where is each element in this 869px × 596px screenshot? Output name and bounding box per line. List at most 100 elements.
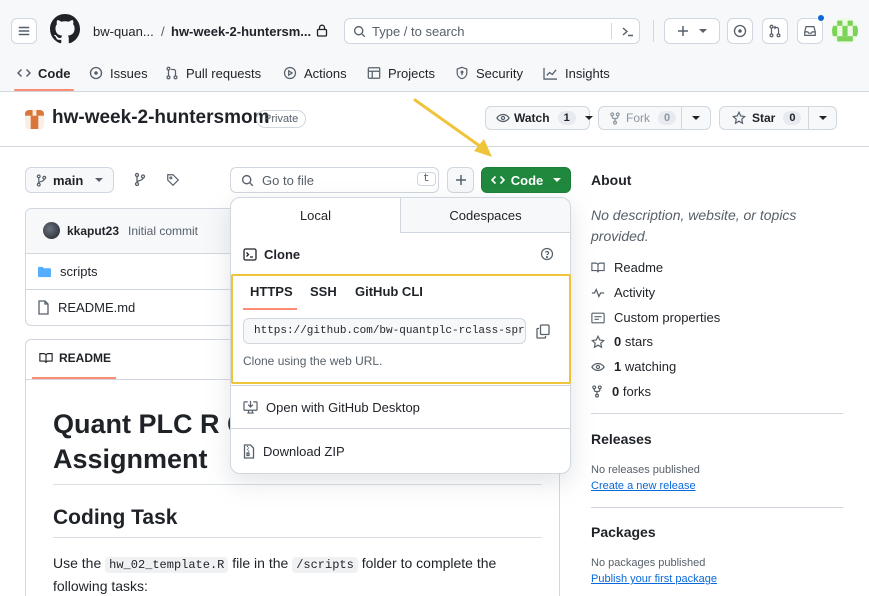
open-with-desktop-item[interactable]: Open with GitHub Desktop xyxy=(231,386,570,428)
code-icon xyxy=(17,67,31,79)
hamburger-icon xyxy=(17,24,31,38)
star-count: 0 xyxy=(783,111,802,125)
play-icon xyxy=(283,66,297,80)
go-to-file-placeholder: Go to file xyxy=(262,173,315,188)
go-to-file-input[interactable]: Go to file t xyxy=(230,167,439,193)
fork-icon xyxy=(591,385,603,398)
about-item-label: Custom properties xyxy=(614,310,721,325)
about-forks-count: 0 xyxy=(612,384,620,399)
pull-requests-button[interactable] xyxy=(762,18,788,44)
book-icon xyxy=(591,261,605,274)
releases-title[interactable]: Releases xyxy=(591,431,652,447)
pull-request-icon xyxy=(768,24,782,38)
packages-title[interactable]: Packages xyxy=(591,524,656,540)
about-watching-link[interactable]: 1 watching xyxy=(591,359,676,374)
help-icon[interactable] xyxy=(540,247,554,261)
star-icon xyxy=(732,111,746,125)
branches-icon[interactable] xyxy=(134,172,146,187)
note-icon xyxy=(591,312,605,324)
create-new-button[interactable] xyxy=(664,18,720,44)
code-button-label: Code xyxy=(510,172,544,188)
menu-button[interactable] xyxy=(11,18,37,44)
table-icon xyxy=(367,66,381,80)
dropdown-tab-local[interactable]: Local xyxy=(231,198,400,233)
publish-package-link[interactable]: Publish your first package xyxy=(591,573,717,585)
branch-name: main xyxy=(53,172,84,188)
about-item-label: stars xyxy=(624,334,654,349)
caret-down-icon xyxy=(818,115,827,121)
tab-actions-label: Actions xyxy=(304,65,347,81)
github-logo-icon[interactable] xyxy=(50,14,80,44)
fork-dropdown-button[interactable] xyxy=(681,106,711,130)
search-icon xyxy=(241,174,254,187)
code-button[interactable]: Code xyxy=(481,167,571,193)
commit-author-avatar[interactable] xyxy=(43,222,60,239)
branch-selector[interactable]: main xyxy=(25,167,114,193)
star-label: Star xyxy=(752,111,776,125)
open-with-desktop-label: Open with GitHub Desktop xyxy=(266,399,420,415)
commit-message[interactable]: Initial commit xyxy=(128,224,198,238)
fork-label: Fork xyxy=(626,111,650,125)
search-placeholder: Type / to search xyxy=(372,24,465,39)
dropdown-tab-codespaces[interactable]: Codespaces xyxy=(400,198,570,233)
readme-text: following tasks: xyxy=(53,578,148,594)
tab-pull-requests[interactable]: Pull requests xyxy=(165,57,261,89)
create-release-link[interactable]: Create a new release xyxy=(591,480,696,492)
file-name[interactable]: scripts xyxy=(60,264,98,279)
readme-paragraph: Use the hw_02_template.R file in the /sc… xyxy=(53,553,543,596)
repo-name-link[interactable]: hw-week-2-huntersm... xyxy=(171,24,311,39)
issues-button[interactable] xyxy=(727,18,753,44)
shield-icon xyxy=(455,66,469,80)
issue-icon xyxy=(89,66,103,80)
fork-button[interactable]: Fork 0 xyxy=(598,106,682,130)
tag-icon[interactable] xyxy=(166,173,180,187)
download-zip-label: Download ZIP xyxy=(263,443,345,459)
watch-button[interactable]: Watch 1 xyxy=(485,106,593,130)
readme-heading-line2: Assignment xyxy=(53,444,208,474)
repo-title[interactable]: hw-week-2-huntersmom xyxy=(52,107,269,129)
about-item-label: Readme xyxy=(614,260,664,275)
commit-author[interactable]: kkaput23 xyxy=(67,224,119,238)
file-zip-icon xyxy=(243,443,255,459)
annotation-arrow xyxy=(413,98,492,157)
star-button[interactable]: Star 0 xyxy=(719,106,809,130)
terminal-icon[interactable] xyxy=(621,25,635,38)
sidebar-divider xyxy=(591,413,843,414)
fork-icon xyxy=(609,111,621,125)
search-input[interactable]: Type / to search xyxy=(344,18,640,44)
file-name[interactable]: README.md xyxy=(58,300,135,315)
tab-actions[interactable]: Actions xyxy=(283,57,347,89)
readme-tab-label: README xyxy=(59,351,112,365)
about-activity-link[interactable]: Activity xyxy=(591,285,655,300)
tab-projects[interactable]: Projects xyxy=(367,57,435,89)
search-icon xyxy=(353,25,366,38)
about-item-label: Activity xyxy=(614,285,656,300)
readme-heading-line1: Quant PLC R C xyxy=(53,409,247,439)
about-stars-link[interactable]: 0 stars xyxy=(591,334,653,349)
file-icon xyxy=(37,300,50,315)
desktop-download-icon xyxy=(243,400,258,414)
repo-avatar xyxy=(25,110,44,129)
inbox-icon xyxy=(803,24,817,38)
pull-request-icon xyxy=(165,66,179,80)
tab-security[interactable]: Security xyxy=(455,57,523,89)
add-file-button[interactable] xyxy=(447,167,474,193)
dropdown-divider xyxy=(231,428,570,429)
about-readme-link[interactable]: Readme xyxy=(591,260,663,275)
tab-code-underline xyxy=(14,89,74,91)
avatar[interactable] xyxy=(832,18,858,44)
tab-insights[interactable]: Insights xyxy=(543,57,610,89)
star-dropdown-button[interactable] xyxy=(808,106,837,130)
watch-label: Watch xyxy=(514,111,550,125)
download-zip-item[interactable]: Download ZIP xyxy=(231,430,570,472)
about-item-label: watching xyxy=(624,359,677,374)
about-custom-properties-link[interactable]: Custom properties xyxy=(591,310,720,325)
readme-tab[interactable]: README xyxy=(39,351,111,365)
book-icon xyxy=(39,352,53,364)
about-forks-link[interactable]: 0 forks xyxy=(591,384,651,399)
tab-issues[interactable]: Issues xyxy=(89,57,148,89)
breadcrumb-separator: / xyxy=(161,24,165,39)
terminal-icon xyxy=(243,248,257,261)
repo-owner-link[interactable]: bw-quan... xyxy=(93,24,154,39)
tab-code[interactable]: Code xyxy=(17,57,71,89)
